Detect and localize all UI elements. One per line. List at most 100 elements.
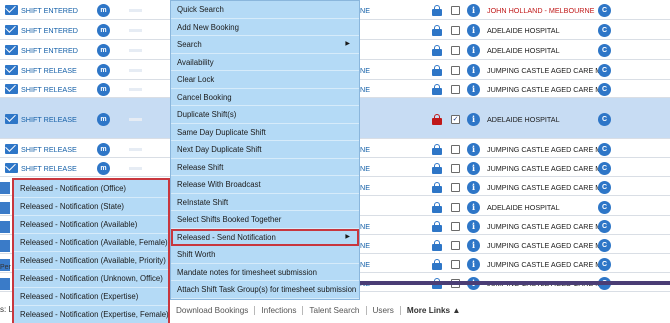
menu-item-clear-lock[interactable]: Clear Lock [171, 71, 359, 89]
lock-icon[interactable] [432, 84, 442, 95]
talent-search-link[interactable]: Talent Search [303, 305, 367, 315]
submenu-item-notification[interactable]: Released - Notification (Expertise, Fema… [14, 306, 169, 323]
info-icon[interactable]: i [467, 258, 480, 271]
c-icon[interactable]: C [598, 83, 611, 96]
lock-icon[interactable] [432, 202, 442, 213]
c-icon[interactable]: C [598, 4, 611, 17]
info-icon[interactable]: i [467, 64, 480, 77]
faint-marker [129, 49, 142, 52]
submenu-item-notification[interactable]: Released - Notification (State) [14, 198, 168, 216]
c-icon[interactable]: C [598, 143, 611, 156]
c-icon[interactable]: C [598, 220, 611, 233]
c-icon[interactable]: C [598, 64, 611, 77]
users-link[interactable]: Users [367, 305, 401, 315]
info-icon[interactable]: i [467, 201, 480, 214]
lock-icon[interactable] [432, 221, 442, 232]
menu-item-search[interactable]: Search ▶ [171, 36, 359, 54]
c-icon[interactable]: C [598, 162, 611, 175]
menu-item-quick-search[interactable]: Quick Search [171, 1, 359, 19]
m-icon[interactable]: m [97, 64, 110, 77]
m-icon[interactable]: m [97, 24, 110, 37]
c-icon[interactable]: C [598, 201, 611, 214]
submenu-item-notification[interactable]: Released - Notification (Available) [14, 216, 168, 234]
row-checkbox[interactable] [451, 26, 460, 35]
row-checkbox[interactable]: ✓ [451, 115, 460, 124]
menu-item-cancel-booking[interactable]: Cancel Booking [171, 89, 359, 106]
m-icon[interactable]: m [97, 4, 110, 17]
row-checkbox[interactable] [451, 203, 460, 212]
lock-icon[interactable] [432, 25, 442, 36]
row-checkbox[interactable] [451, 183, 460, 192]
menu-item-release-with-broadcast[interactable]: Release With Broadcast [171, 176, 359, 194]
infections-link[interactable]: Infections [255, 305, 304, 315]
row-checkbox[interactable] [451, 145, 460, 154]
info-icon[interactable]: i [467, 83, 480, 96]
c-icon[interactable]: C [598, 258, 611, 271]
m-icon[interactable]: m [97, 83, 110, 96]
lock-icon[interactable] [432, 65, 442, 76]
row-checkbox[interactable] [451, 222, 460, 231]
submenu-item-notification[interactable]: Released - Notification (Office) [14, 180, 168, 198]
lock-icon[interactable] [432, 45, 442, 56]
c-icon[interactable]: C [598, 24, 611, 37]
lock-icon[interactable] [432, 240, 442, 251]
location-text: JUMPING CASTLE AGED CARE M... [487, 145, 608, 154]
truncated-text: NE [360, 6, 370, 15]
row-checkbox[interactable] [451, 6, 460, 15]
c-icon[interactable]: C [598, 181, 611, 194]
lock-icon[interactable] [432, 5, 442, 16]
m-icon[interactable]: m [97, 143, 110, 156]
info-icon[interactable]: i [467, 220, 480, 233]
info-icon[interactable]: i [467, 113, 480, 126]
row-checkbox[interactable] [451, 241, 460, 250]
location-text: ADELAIDE HOSPITAL [487, 46, 560, 55]
menu-item-released-send-notification[interactable]: Released - Send Notification ▶ [171, 228, 359, 246]
menu-item-add-new-booking[interactable]: Add New Booking [171, 19, 359, 36]
submenu-item-notification[interactable]: Released - Notification (Available, Fema… [14, 234, 168, 252]
info-icon[interactable]: i [467, 4, 480, 17]
c-icon[interactable]: C [598, 44, 611, 57]
download-bookings-link[interactable]: Download Bookings [170, 305, 256, 315]
submenu-item-notification[interactable]: Released - Notification (Unknown, Office… [14, 270, 168, 288]
m-icon[interactable]: m [97, 162, 110, 175]
row-checkbox[interactable] [451, 260, 460, 269]
more-links-button[interactable]: More Links ▲ [401, 306, 467, 315]
submenu-item-notification[interactable]: Released - Notification (Expertise) [14, 288, 168, 306]
menu-item-label: Same Day Duplicate Shift [177, 127, 266, 137]
status-label: SHIFT ENTERED [21, 25, 78, 35]
c-icon[interactable]: C [598, 239, 611, 252]
info-icon[interactable]: i [467, 162, 480, 175]
submenu-item-notification[interactable]: Released - Notification (Available, Prio… [14, 252, 168, 270]
menu-item-same-day-duplicate-shift[interactable]: Same Day Duplicate Shift [171, 124, 359, 141]
envelope-icon [5, 25, 18, 35]
row-checkbox[interactable] [451, 46, 460, 55]
menu-item-duplicate-shift-s[interactable]: Duplicate Shift(s) [171, 106, 359, 124]
info-icon[interactable]: i [467, 181, 480, 194]
lock-icon[interactable] [432, 144, 442, 155]
lock-icon[interactable] [432, 259, 442, 270]
m-icon[interactable]: m [97, 113, 110, 126]
lock-icon[interactable] [432, 114, 442, 125]
m-icon[interactable]: m [97, 44, 110, 57]
menu-item-availability[interactable]: Availability [171, 54, 359, 71]
lock-icon[interactable] [432, 182, 442, 193]
row-checkbox[interactable] [451, 164, 460, 173]
menu-item-attach-shift-task-group-s-for-timesheet-submission[interactable]: Attach Shift Task Group(s) for timesheet… [171, 281, 359, 299]
lock-icon[interactable] [432, 163, 442, 174]
menu-item-label: Release With Broadcast [177, 180, 261, 189]
menu-item-release-shift[interactable]: Release Shift [171, 159, 359, 176]
c-icon[interactable]: C [598, 113, 611, 126]
menu-item-select-shifts-booked-together[interactable]: Select Shifts Booked Together [171, 211, 359, 229]
menu-item-reinstate-shift[interactable]: ReInstate Shift [171, 194, 359, 211]
row-checkbox[interactable] [451, 66, 460, 75]
info-icon[interactable]: i [467, 24, 480, 37]
menu-item-shift-worth[interactable]: Shift Worth [171, 246, 359, 264]
menu-item-label: Select Shifts Booked Together [177, 215, 282, 224]
faint-marker [129, 29, 142, 32]
menu-item-next-day-duplicate-shift[interactable]: Next Day Duplicate Shift [171, 141, 359, 159]
row-checkbox[interactable] [451, 85, 460, 94]
menu-item-mandate-notes-for-timesheet-submission[interactable]: Mandate notes for timesheet submission [171, 264, 359, 281]
info-icon[interactable]: i [467, 239, 480, 252]
info-icon[interactable]: i [467, 44, 480, 57]
info-icon[interactable]: i [467, 143, 480, 156]
